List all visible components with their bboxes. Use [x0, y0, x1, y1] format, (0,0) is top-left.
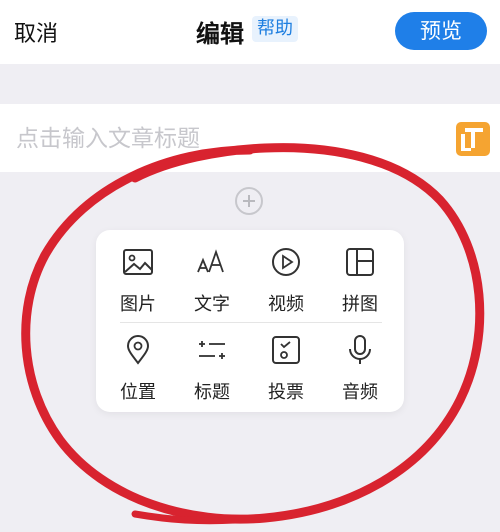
insert-audio-label: 音频: [342, 382, 378, 403]
text-icon: [197, 249, 224, 273]
template-icon[interactable]: [456, 122, 490, 156]
insert-vote-button[interactable]: 投票: [254, 334, 318, 404]
insert-audio-button[interactable]: 音频: [328, 334, 392, 404]
insert-location-label: 位置: [120, 382, 156, 403]
vote-icon: [272, 336, 300, 364]
article-title-row: [0, 104, 500, 172]
help-button[interactable]: 帮助: [252, 16, 298, 42]
insert-video-label: 视频: [268, 294, 304, 315]
page-title: 编辑: [196, 20, 244, 48]
video-icon: [272, 248, 300, 276]
menu-divider: [120, 322, 382, 323]
insert-text-label: 文字: [194, 294, 230, 315]
heading-icon: [199, 341, 225, 359]
plus-icon: [243, 195, 255, 207]
insert-heading-button[interactable]: 标题: [180, 334, 244, 404]
insert-collage-button[interactable]: 拼图: [328, 246, 392, 316]
collage-icon: [346, 248, 374, 276]
microphone-icon: [349, 335, 371, 364]
image-icon: [123, 249, 153, 275]
top-bar: 取消 编辑 帮助 预览: [0, 0, 500, 64]
insert-heading-label: 标题: [194, 382, 230, 403]
location-icon: [126, 335, 150, 365]
insert-location-button[interactable]: 位置: [106, 334, 170, 404]
insert-video-button[interactable]: 视频: [254, 246, 318, 316]
preview-button[interactable]: 预览: [395, 12, 487, 50]
article-title-input[interactable]: [14, 120, 438, 158]
cancel-button[interactable]: 取消: [14, 16, 58, 48]
add-content-button[interactable]: [235, 187, 263, 215]
insert-text-button[interactable]: 文字: [180, 246, 244, 316]
insert-vote-label: 投票: [268, 382, 304, 403]
insert-image-label: 图片: [120, 294, 156, 315]
insert-collage-label: 拼图: [342, 294, 378, 315]
insert-image-button[interactable]: 图片: [106, 246, 170, 316]
